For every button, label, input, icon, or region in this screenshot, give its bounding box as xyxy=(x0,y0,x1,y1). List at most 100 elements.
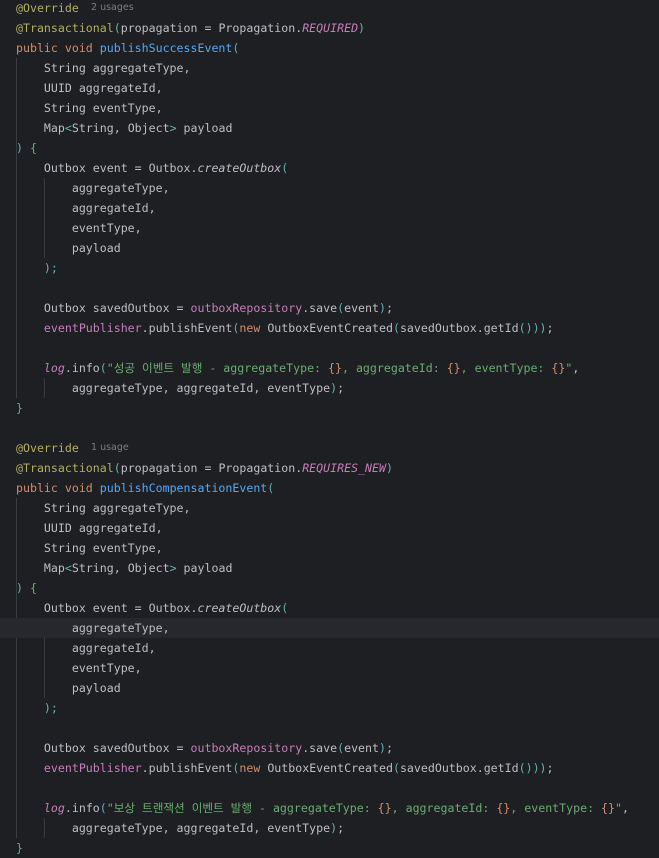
code-line[interactable]: String eventType, xyxy=(0,538,659,558)
code-token: , aggregateId: xyxy=(341,361,447,375)
code-token: outboxRepository xyxy=(190,741,303,755)
code-token: ( xyxy=(99,361,107,375)
code-token: .save xyxy=(302,741,338,755)
code-token: ); xyxy=(16,701,58,715)
code-text: } xyxy=(16,398,23,418)
code-line[interactable] xyxy=(0,778,659,798)
code-line[interactable]: UUID aggregateId, xyxy=(0,78,659,98)
code-token: , eventType: xyxy=(460,361,552,375)
code-token: String, Object xyxy=(71,121,170,135)
code-token: event xyxy=(344,741,379,755)
code-line[interactable]: payload xyxy=(0,238,659,258)
code-text: } xyxy=(16,838,23,858)
code-line[interactable]: log.info("보상 트랜잭션 이벤트 발행 - aggregateType… xyxy=(0,798,659,818)
code-line[interactable]: Outbox event = Outbox.createOutbox( xyxy=(0,598,659,618)
code-token: @Override xyxy=(16,441,79,455)
code-line[interactable]: aggregateId, xyxy=(0,638,659,658)
code-text: @Transactional(propagation = Propagation… xyxy=(16,18,365,38)
code-token: OutboxEventCreated xyxy=(267,761,393,775)
code-token: @Transactional xyxy=(16,461,114,475)
code-line[interactable] xyxy=(0,338,659,358)
usages-inlay-hint[interactable]: 2 usages xyxy=(91,0,134,18)
code-line[interactable]: aggregateType, xyxy=(0,618,659,638)
code-line[interactable]: } xyxy=(0,398,659,418)
code-text: aggregateType, xyxy=(16,178,170,198)
code-line[interactable]: ) { xyxy=(0,138,659,158)
code-line[interactable]: Outbox savedOutbox = outboxRepository.sa… xyxy=(0,738,659,758)
code-token: UUID aggregateId, xyxy=(16,81,163,95)
code-token: new xyxy=(239,761,268,775)
code-line[interactable]: eventType, xyxy=(0,658,659,678)
code-token: ; xyxy=(546,761,554,775)
code-line[interactable]: } xyxy=(0,838,659,858)
code-token: public void xyxy=(16,481,100,495)
code-token: , aggregateId: xyxy=(391,801,497,815)
code-token: {} xyxy=(377,801,392,815)
code-line[interactable]: Outbox savedOutbox = outboxRepository.sa… xyxy=(0,298,659,318)
code-token: ( xyxy=(281,601,289,615)
code-token: ( xyxy=(392,761,400,775)
code-token: { xyxy=(29,581,37,595)
code-token: aggregateType, aggregateId, eventType xyxy=(16,381,331,395)
code-token: savedOutbox.getId xyxy=(399,321,519,335)
code-text: ) { xyxy=(16,138,37,158)
code-token: .info xyxy=(64,801,100,815)
code-line[interactable]: Outbox event = Outbox.createOutbox( xyxy=(0,158,659,178)
code-text: eventPublisher.publishEvent (new OutboxEv… xyxy=(16,758,554,778)
code-line[interactable]: Map<String, Object> payload xyxy=(0,558,659,578)
code-line[interactable] xyxy=(0,718,659,738)
code-line[interactable]: ) { xyxy=(0,578,659,598)
code-text: aggregateType, xyxy=(16,618,170,638)
code-token: @Transactional xyxy=(16,21,114,35)
code-token: eventPublisher xyxy=(43,761,142,775)
code-line[interactable]: aggregateType, aggregateId, eventType); xyxy=(0,818,659,838)
code-token: .publishEvent xyxy=(141,321,233,335)
code-line[interactable]: String aggregateType, xyxy=(0,498,659,518)
code-token: Map xyxy=(16,121,65,135)
code-token: {} xyxy=(496,801,511,815)
code-line[interactable]: eventPublisher.publishEvent (new OutboxEv… xyxy=(0,318,659,338)
code-text: aggregateId, xyxy=(16,198,156,218)
code-line[interactable]: @Override 1 usage xyxy=(0,438,659,458)
code-line[interactable]: eventPublisher.publishEvent (new OutboxEv… xyxy=(0,758,659,778)
code-line[interactable]: String aggregateType, xyxy=(0,58,659,78)
code-line[interactable]: eventType, xyxy=(0,218,659,238)
code-line[interactable]: @Override 2 usages xyxy=(0,0,659,18)
code-token: payload xyxy=(176,121,233,135)
code-line[interactable]: aggregateId, xyxy=(0,198,659,218)
code-text: Map<String, Object> payload xyxy=(16,118,233,138)
code-token: savedOutbox.getId xyxy=(399,761,519,775)
code-line[interactable]: ); xyxy=(0,698,659,718)
code-line[interactable] xyxy=(0,418,659,438)
code-line[interactable]: Map<String, Object> payload xyxy=(0,118,659,138)
code-token: aggregateType, aggregateId, eventType xyxy=(16,821,331,835)
code-editor[interactable]: @Override 2 usages @Transactional(propagat… xyxy=(0,0,659,858)
code-token: public void xyxy=(16,41,100,55)
code-token: {} xyxy=(328,361,342,375)
code-line[interactable]: @Transactional(propagation = Propagation… xyxy=(0,458,659,478)
code-line[interactable]: ); xyxy=(0,258,659,278)
code-line[interactable]: aggregateType, aggregateId, eventType); xyxy=(0,378,659,398)
usages-inlay-hint[interactable]: 1 usage xyxy=(91,438,129,458)
code-token: { xyxy=(29,141,37,155)
code-token: String eventType, xyxy=(16,101,163,115)
code-line[interactable]: public void publishSuccessEvent( xyxy=(0,38,659,58)
code-text: String aggregateType, xyxy=(16,58,191,78)
code-line[interactable]: aggregateType, xyxy=(0,178,659,198)
code-line[interactable]: public void publishCompensationEvent( xyxy=(0,478,659,498)
code-text: @Transactional(propagation = Propagation… xyxy=(16,458,393,478)
code-line[interactable]: @Transactional(propagation = Propagation… xyxy=(0,18,659,38)
code-line[interactable] xyxy=(0,278,659,298)
code-line[interactable]: log.info("성공 이벤트 발행 - aggregateType: {},… xyxy=(0,358,659,378)
code-token: ( xyxy=(232,41,240,55)
code-line[interactable]: UUID aggregateId, xyxy=(0,518,659,538)
code-token: ( xyxy=(113,21,121,35)
code-line[interactable]: payload xyxy=(0,678,659,698)
code-line[interactable]: String eventType, xyxy=(0,98,659,118)
code-text: ); xyxy=(16,698,58,718)
code-token: ); xyxy=(16,261,58,275)
code-text: Outbox event = Outbox.createOutbox( xyxy=(16,158,288,178)
code-text: ) { xyxy=(16,578,37,598)
